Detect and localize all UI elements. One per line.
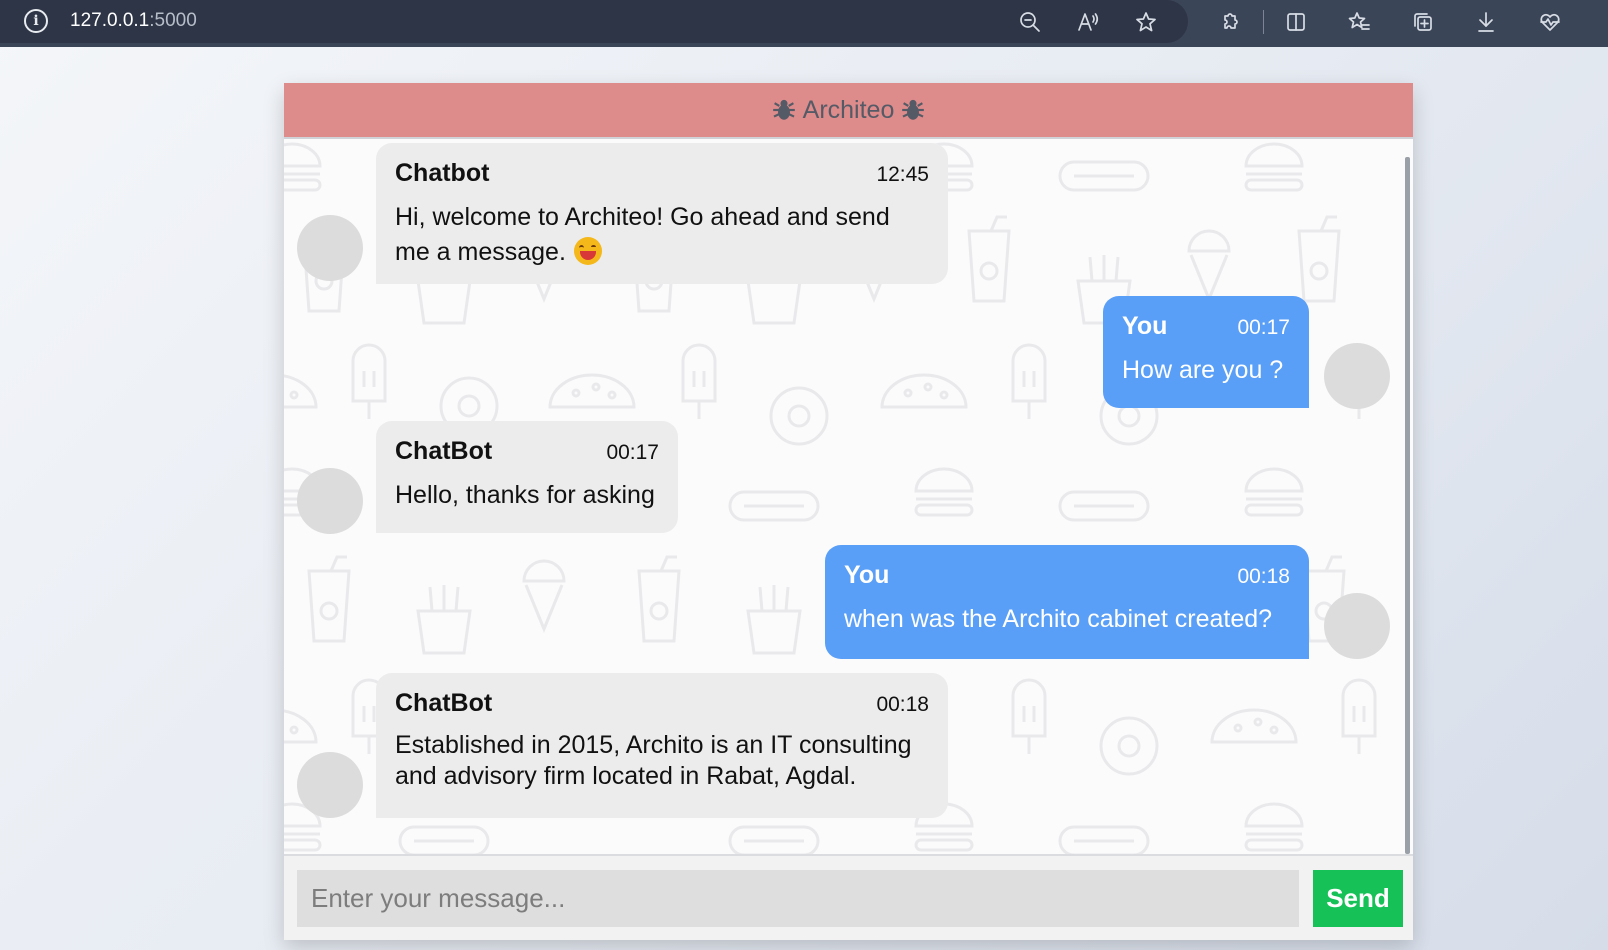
message-time: 00:17 bbox=[606, 441, 659, 464]
url-port: :5000 bbox=[149, 10, 197, 31]
url-text[interactable]: 127.0.0.1:5000 bbox=[70, 10, 197, 32]
toolbar-divider bbox=[1263, 10, 1264, 34]
chat-header: Architeo bbox=[284, 83, 1413, 139]
message-sender: ChatBot bbox=[395, 689, 493, 717]
message-input[interactable] bbox=[297, 870, 1299, 927]
collections-icon[interactable] bbox=[1407, 6, 1439, 38]
send-button[interactable]: Send bbox=[1313, 870, 1403, 927]
url-host: 127.0.0.1 bbox=[70, 10, 150, 31]
grinning-face-icon bbox=[573, 237, 602, 265]
bot-avatar bbox=[297, 468, 363, 534]
browser-essentials-icon[interactable] bbox=[1534, 6, 1566, 38]
message-list-scrollbar[interactable] bbox=[1405, 157, 1410, 854]
message-sender: You bbox=[1122, 312, 1168, 340]
message-time: 00:18 bbox=[1237, 565, 1290, 588]
extensions-icon[interactable] bbox=[1214, 6, 1246, 38]
message-time: 12:45 bbox=[876, 163, 929, 186]
bot-avatar bbox=[297, 752, 363, 818]
message-list[interactable]: Chatbot 12:45 Hi, welcome to Architeo! G… bbox=[284, 141, 1413, 854]
message-sender: ChatBot bbox=[395, 437, 493, 465]
bot-avatar bbox=[297, 215, 363, 281]
message-time: 00:17 bbox=[1237, 316, 1290, 339]
bug-icon bbox=[902, 99, 925, 120]
message-composer: Send bbox=[284, 854, 1413, 940]
chat-window: Architeo Chatbot 12:45 Hi, welcome to Ar… bbox=[284, 83, 1413, 940]
message-sender: You bbox=[844, 561, 890, 589]
downloads-icon[interactable] bbox=[1470, 6, 1502, 38]
bot-message-bubble: Chatbot 12:45 Hi, welcome to Architeo! G… bbox=[376, 143, 948, 284]
chat-title: Architeo bbox=[802, 95, 895, 124]
favorites-icon[interactable] bbox=[1343, 6, 1375, 38]
favorite-star-icon[interactable] bbox=[1130, 6, 1162, 38]
message-sender: Chatbot bbox=[395, 159, 490, 187]
split-screen-icon[interactable] bbox=[1280, 6, 1312, 38]
bug-icon bbox=[772, 99, 795, 120]
message-text: when was the Archito cabinet created? bbox=[844, 605, 1273, 633]
user-message-bubble: You 00:17 How are you ? bbox=[1103, 296, 1309, 408]
message-text: Hello, thanks for asking bbox=[395, 481, 655, 509]
zoom-out-icon[interactable] bbox=[1014, 6, 1046, 38]
user-avatar bbox=[1324, 593, 1390, 659]
bot-message-bubble: ChatBot 00:18 Established in 2015, Archi… bbox=[376, 673, 948, 818]
user-message-bubble: You 00:18 when was the Archito cabinet c… bbox=[825, 545, 1309, 659]
message-time: 00:18 bbox=[876, 693, 929, 716]
message-text: How are you ? bbox=[1122, 356, 1284, 384]
message-text: Hi, welcome to Architeo! Go ahead and se… bbox=[395, 203, 890, 266]
read-aloud-icon[interactable] bbox=[1072, 6, 1104, 38]
address-bar[interactable]: i 127.0.0.1:5000 bbox=[0, 0, 1188, 43]
bot-message-bubble: ChatBot 00:17 Hello, thanks for asking bbox=[376, 421, 678, 533]
browser-toolbar: i 127.0.0.1:5000 bbox=[0, 0, 1608, 47]
user-avatar bbox=[1324, 343, 1390, 409]
message-text: Established in 2015, Archito is an IT co… bbox=[395, 731, 912, 790]
site-info-icon[interactable]: i bbox=[24, 9, 48, 33]
